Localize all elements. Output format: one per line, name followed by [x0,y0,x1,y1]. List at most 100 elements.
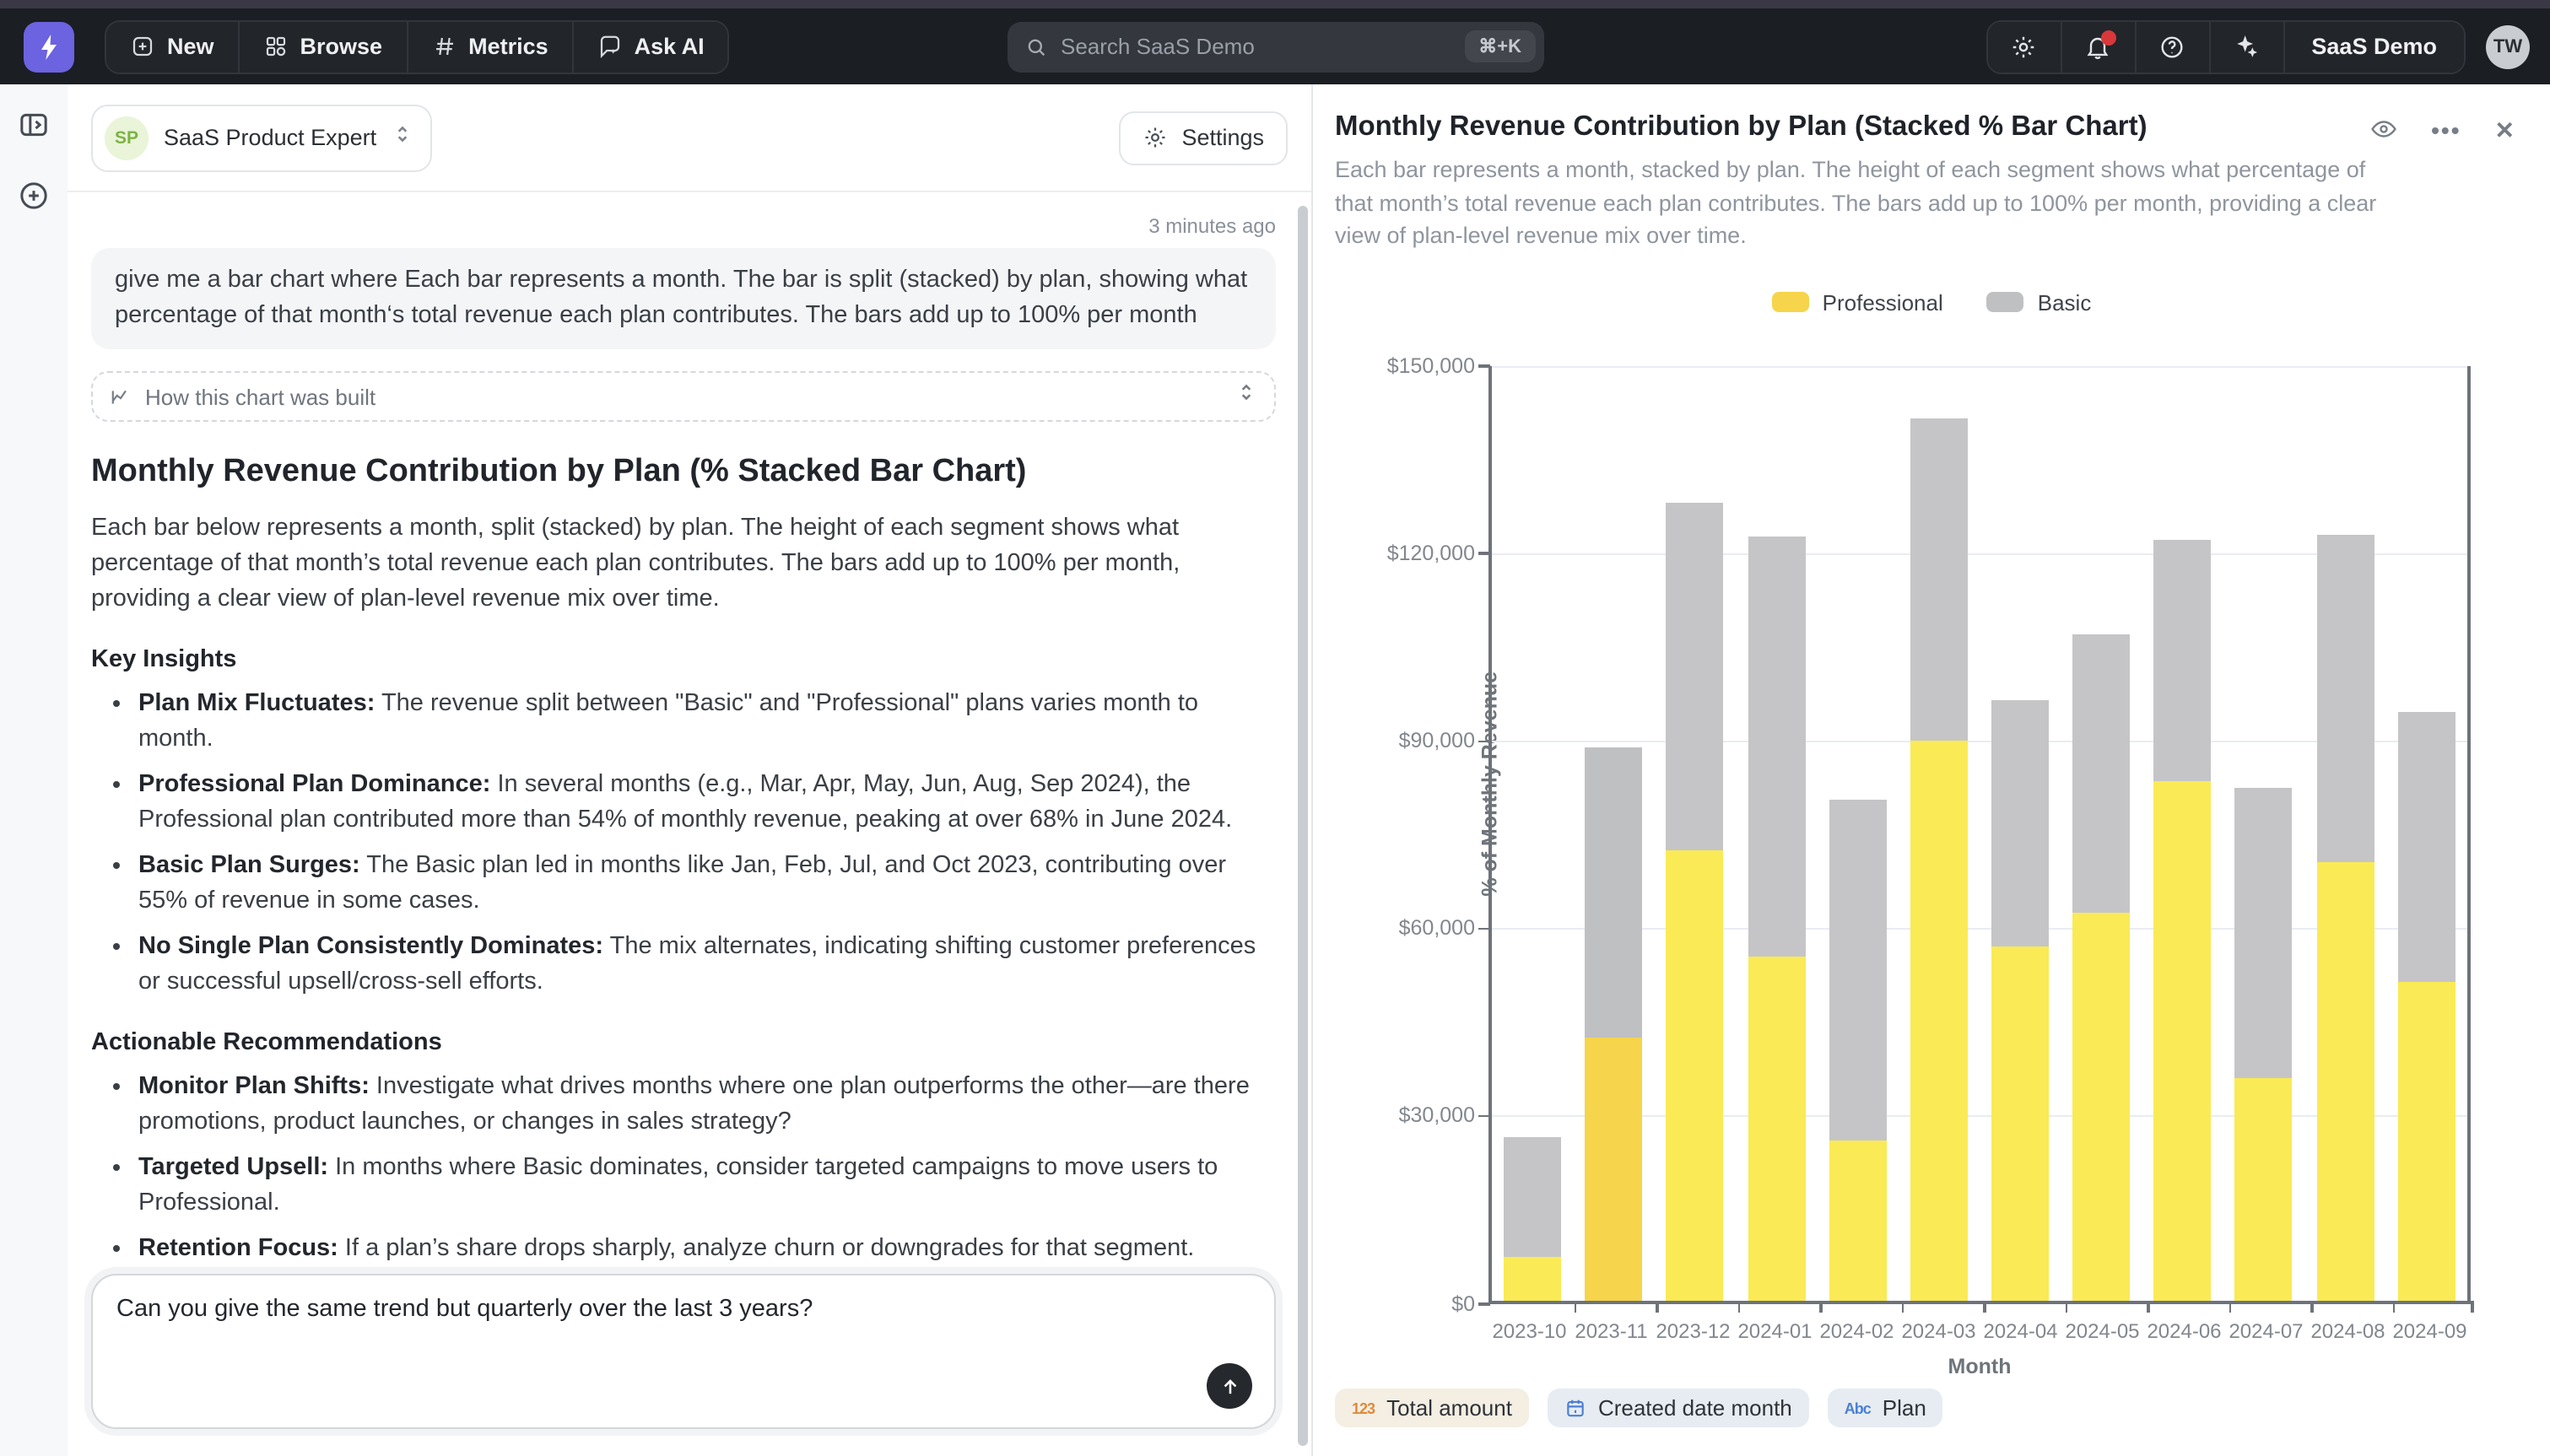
chat-input[interactable]: Can you give the same trend but quarterl… [91,1274,1276,1429]
bar-segment-basic[interactable] [1829,800,1886,1141]
help-icon [2158,33,2185,60]
nav-button-label: Browse [300,34,383,59]
settings-label: Settings [1181,125,1264,150]
send-button[interactable] [1207,1363,1252,1409]
legend-item-professional[interactable]: Professional [1772,289,1943,315]
bar-segment-professional[interactable] [1504,1257,1561,1301]
bar-segment-basic[interactable] [2235,788,2293,1079]
bar-segment-basic[interactable] [1667,503,1724,849]
x-axis-tick [2229,1300,2231,1312]
search-placeholder: Search SaaS Demo [1061,34,1465,59]
bar-2024-08[interactable] [2316,534,2374,1300]
calendar-icon [1564,1397,1586,1419]
bar-segment-professional[interactable] [1585,1038,1642,1300]
hash-icon [431,34,457,59]
notification-badge [2100,30,2115,45]
agent-selector[interactable]: SP SaaS Product Expert [91,104,432,171]
y-axis-tick [1478,364,1490,367]
list-item: No Single Plan Consistently Dominates: T… [138,930,1276,1000]
nav-button-ask-ai[interactable]: Ask AI [574,21,728,72]
user-avatar[interactable]: TW [2486,24,2530,68]
x-axis-tick-label: 2024-02 [1816,1318,1898,1342]
bar-2024-03[interactable] [1910,418,1968,1300]
bell-button[interactable] [2061,21,2136,72]
x-axis-tick-label: 2024-08 [2307,1318,2389,1342]
field-tag-total-amount[interactable]: 123Total amount [1335,1389,1529,1427]
bar-segment-basic[interactable] [2072,634,2130,913]
x-axis-tick-label: 2024-03 [1898,1318,1980,1342]
bar-segment-basic[interactable] [1504,1138,1561,1257]
close-icon[interactable]: ✕ [2495,117,2516,141]
bar-segment-professional[interactable] [2316,862,2374,1300]
response-title: Monthly Revenue Contribution by Plan (% … [91,454,1276,491]
bar-2023-11[interactable] [1585,747,1642,1300]
bar-segment-professional[interactable] [2072,913,2130,1301]
x-axis-tick-label: 2024-06 [2143,1318,2225,1342]
y-axis-tick-label: $120,000 [1387,542,1475,565]
ellipsis-icon[interactable]: ••• [2431,117,2461,141]
chat-scrollbar[interactable] [1298,206,1308,1446]
bar-segment-professional[interactable] [1667,850,1724,1301]
how-built-accordion[interactable]: How this chart was built [91,371,1276,422]
accordion-label: How this chart was built [145,384,1235,409]
bar-segment-professional[interactable] [2154,781,2212,1300]
chat-header: SP SaaS Product Expert Settings [68,84,1311,192]
help-button[interactable] [2136,21,2210,72]
legend-item-basic[interactable]: Basic [1987,289,2092,315]
bar-segment-professional[interactable] [2398,981,2455,1300]
bar-segment-professional[interactable] [1829,1141,1886,1300]
x-axis-tick [1656,1300,1658,1312]
stacked-bar-chart: % of Monthly Revenue $0$30,000$60,000$90… [1488,365,2471,1303]
bar-2023-12[interactable] [1667,503,1724,1300]
bar-segment-basic[interactable] [2154,541,2212,781]
key-insights-heading: Key Insights [91,646,1276,673]
field-tags: 123Total amount Created date month AbcPlan [1335,1389,1943,1427]
global-search-input[interactable]: Search SaaS Demo ⌘+K [1007,21,1543,72]
list-item: Professional Plan Dominance: In several … [138,768,1276,839]
bar-segment-basic[interactable] [1910,418,1968,741]
agent-settings-button[interactable]: Settings [1119,111,1288,164]
legend-swatch [1987,292,2024,312]
y-axis-tick [1478,1115,1490,1118]
app-logo[interactable] [24,21,74,72]
project-switcher[interactable]: SaaS Demo [2284,21,2464,72]
message-timestamp: 3 minutes ago [91,214,1276,238]
bar-2024-05[interactable] [2072,634,2130,1301]
field-tag-created-date-month[interactable]: Created date month [1548,1389,1809,1427]
bar-segment-professional[interactable] [1748,957,1805,1301]
bar-2023-10[interactable] [1504,1138,1561,1301]
bar-segment-basic[interactable] [1748,537,1805,957]
numeric-field-icon: 123 [1352,1399,1375,1416]
bar-segment-basic[interactable] [1991,700,2049,947]
tag-label: Plan [1883,1395,1926,1421]
bar-segment-basic[interactable] [1585,747,1642,1038]
x-axis-labels: 2023-102023-112023-122024-012024-022024-… [1488,1318,2471,1342]
bar-2024-01[interactable] [1748,537,1805,1300]
y-axis-tick-label: $30,000 [1399,1104,1475,1128]
nav-button-browse[interactable]: Browse [240,21,408,72]
bar-2024-07[interactable] [2235,788,2293,1301]
y-axis-tick [1478,1302,1490,1305]
unfold-icon [392,122,413,153]
bar-2024-02[interactable] [1829,800,1886,1300]
sparkles-button[interactable] [2210,21,2284,72]
new-thread-icon[interactable] [17,179,51,213]
grid-icon [263,34,289,59]
bar-segment-professional[interactable] [2235,1078,2293,1300]
collapse-panel-icon[interactable] [17,108,51,142]
bar-segment-basic[interactable] [2398,713,2455,982]
bar-2024-06[interactable] [2154,541,2212,1301]
field-tag-plan[interactable]: AbcPlan [1828,1389,1943,1427]
bar-segment-professional[interactable] [1910,741,1968,1300]
x-axis-tick [1819,1300,1822,1312]
bar-2024-09[interactable] [2398,713,2455,1301]
bar-2024-04[interactable] [1991,700,2049,1301]
nav-button-metrics[interactable]: Metrics [408,21,574,72]
chart-legend: Professional Basic [1313,289,2550,315]
eye-icon[interactable] [2369,115,2397,143]
bar-segment-professional[interactable] [1991,947,2049,1301]
gear-icon [1143,125,1168,150]
gear-button[interactable] [1987,21,2061,72]
nav-button-new[interactable]: New [106,21,240,72]
bar-segment-basic[interactable] [2316,534,2374,862]
